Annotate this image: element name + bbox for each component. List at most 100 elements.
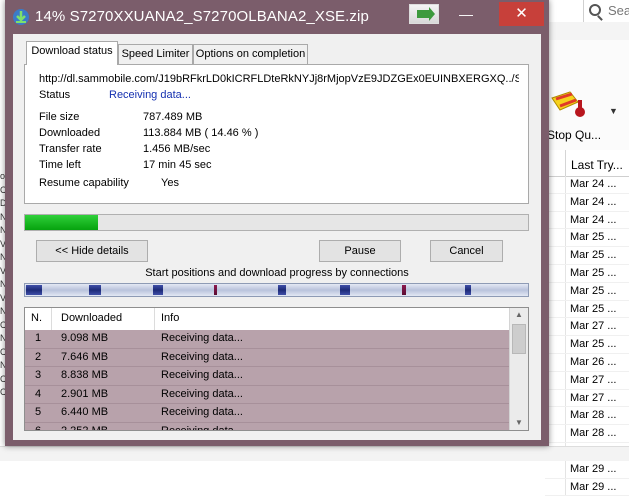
last-try-cell: Mar 28 ... — [570, 427, 617, 440]
connection-row[interactable]: 4 2.901 MB Receiving data... — [25, 385, 509, 404]
resume-capability-label: Resume capability — [39, 177, 129, 189]
resume-capability-value: Yes — [161, 177, 179, 189]
connection-row[interactable]: 6 2.252 MB Receiving data... — [25, 422, 509, 431]
download-list-row[interactable]: Mar 26 ... — [545, 353, 629, 372]
connection-row[interactable]: 5 6.440 MB Receiving data... — [25, 404, 509, 423]
downloaded-label: Downloaded — [39, 127, 101, 139]
download-progress-fill — [25, 215, 98, 230]
connection-row[interactable]: 1 9.098 MB Receiving data... — [25, 330, 509, 349]
title-bar[interactable]: 14% S7270XXUANA2_S7270OLBANA2_XSE.zip — … — [5, 0, 549, 34]
download-list-row[interactable]: Mar 25 ... — [545, 300, 629, 319]
connections-scrollbar[interactable]: ▲ ▼ — [509, 308, 528, 430]
dialog-client-area: Download status Speed Limiter Options on… — [13, 34, 541, 440]
last-try-cell: Mar 28 ... — [570, 409, 617, 422]
download-list-row[interactable]: Mar 25 ... — [545, 229, 629, 248]
download-list-header: Last Try... — [545, 150, 629, 177]
download-progress-bar — [24, 214, 529, 231]
tab-download-status[interactable]: Download status — [26, 41, 118, 65]
last-try-column-header[interactable]: Last Try... — [571, 158, 623, 172]
connection-info: Receiving data... — [161, 387, 243, 400]
connection-segment — [214, 285, 217, 295]
tab-options-on-completion[interactable]: Options on completion — [193, 44, 308, 64]
minimize-to-tray-button[interactable] — [409, 4, 439, 24]
connection-info: Receiving data... — [161, 350, 243, 363]
download-list-row[interactable]: Mar 25 ... — [545, 282, 629, 301]
search-placeholder: Sea — [608, 3, 629, 18]
pause-button[interactable]: Pause — [319, 240, 401, 262]
connection-downloaded: 9.098 MB — [61, 332, 109, 344]
minimize-button[interactable]: — — [453, 4, 479, 24]
scroll-up-icon[interactable]: ▲ — [515, 310, 523, 319]
stop-queue-icon[interactable] — [548, 86, 588, 120]
main-toolbar: Stop Qu... ▼ — [545, 40, 629, 151]
last-try-cell: Mar 25 ... — [570, 284, 617, 297]
last-try-cell: Mar 24 ... — [570, 178, 617, 190]
last-try-cell: Mar 25 ... — [570, 302, 617, 315]
connection-downloaded: 7.646 MB — [61, 350, 109, 363]
download-list-row[interactable]: Mar 24 ... — [545, 193, 629, 212]
column-header-downloaded[interactable]: Downloaded — [61, 312, 122, 324]
last-try-cell: Mar 27 ... — [570, 320, 617, 333]
time-left-value: 17 min 45 sec — [143, 159, 212, 171]
column-header-number[interactable]: N. — [31, 312, 42, 324]
last-try-cell: Mar 25 ... — [570, 249, 617, 262]
download-list-row[interactable]: Mar 27 ... — [545, 389, 629, 408]
connection-segment — [89, 285, 101, 295]
connection-segment — [153, 285, 163, 295]
connection-info: Receiving data... — [161, 332, 243, 344]
close-button[interactable]: ✕ — [499, 2, 544, 26]
connection-segment — [465, 285, 471, 295]
connection-downloaded: 8.838 MB — [61, 369, 109, 381]
connections-table-header: N. Downloaded Info — [25, 308, 509, 331]
file-size-value: 787.489 MB — [143, 111, 203, 123]
download-list-row[interactable]: Mar 25 ... — [545, 336, 629, 354]
download-list-row[interactable]: Mar 28 ... — [545, 407, 629, 426]
last-try-cell: Mar 29 ... — [570, 462, 617, 475]
download-list-row[interactable]: Mar 24 ... — [545, 211, 629, 230]
status-value: Receiving data... — [109, 89, 191, 101]
connection-row[interactable]: 3 8.838 MB Receiving data... — [25, 367, 509, 386]
connection-downloaded: 6.440 MB — [61, 406, 109, 418]
connection-number: 2 — [35, 350, 42, 363]
connection-info: Receiving data... — [161, 369, 243, 381]
search-box[interactable]: Sea — [583, 0, 629, 23]
download-list-row[interactable]: Mar 25 ... — [545, 247, 629, 265]
last-try-cell: Mar 29 ... — [570, 480, 617, 493]
last-try-cell: Mar 25 ... — [570, 338, 617, 351]
status-label: Status — [39, 89, 71, 101]
stop-queue-label[interactable]: Stop Qu... — [547, 128, 601, 142]
cancel-button[interactable]: Cancel — [430, 240, 503, 262]
connection-row[interactable]: 2 7.646 MB Receiving data... — [25, 348, 509, 367]
download-progress-dialog: 14% S7270XXUANA2_S7270OLBANA2_XSE.zip — … — [5, 0, 549, 446]
connection-segment — [26, 285, 42, 295]
last-try-cell: Mar 25 ... — [570, 231, 617, 244]
last-try-cell: Mar 25 ... — [570, 266, 617, 279]
scrollbar-thumb[interactable] — [512, 324, 526, 354]
download-list-row[interactable]: Mar 24 ... — [545, 176, 629, 194]
download-list-row[interactable]: Mar 27 ... — [545, 318, 629, 337]
download-list-row[interactable]: Mar 27 ... — [545, 371, 629, 390]
tab-speed-limiter[interactable]: Speed Limiter — [118, 44, 193, 64]
status-bar — [0, 446, 629, 461]
file-size-label: File size — [39, 111, 80, 123]
download-list-row[interactable]: Mar 29 ... — [545, 478, 629, 496]
search-icon — [589, 4, 601, 16]
connection-info: Receiving data... — [161, 424, 243, 431]
idm-app-icon — [13, 9, 29, 25]
connections-table: N. Downloaded Info 1 9.098 MB Receiving da… — [24, 307, 529, 431]
toolbar-strip — [545, 22, 629, 41]
download-list-row[interactable]: Mar 25 ... — [545, 264, 629, 283]
scroll-down-icon[interactable]: ▼ — [515, 418, 523, 427]
connection-segment — [402, 285, 406, 295]
connections-table-body: 1 9.098 MB Receiving data... 2 7.646 MB Recei… — [25, 330, 509, 431]
download-list-row[interactable]: Mar 29 ... — [545, 460, 629, 479]
hide-details-button[interactable]: << Hide details — [36, 240, 148, 262]
last-try-cell: Mar 24 ... — [570, 195, 617, 208]
time-left-label: Time left — [39, 159, 81, 171]
column-header-info[interactable]: Info — [161, 312, 179, 324]
toolbar-dropdown-icon[interactable]: ▼ — [609, 106, 618, 116]
transfer-rate-value: 1.456 MB/sec — [143, 143, 211, 155]
download-list-row[interactable]: Mar 28 ... — [545, 425, 629, 443]
connection-number: 4 — [35, 387, 42, 400]
connection-info: Receiving data... — [161, 406, 243, 418]
